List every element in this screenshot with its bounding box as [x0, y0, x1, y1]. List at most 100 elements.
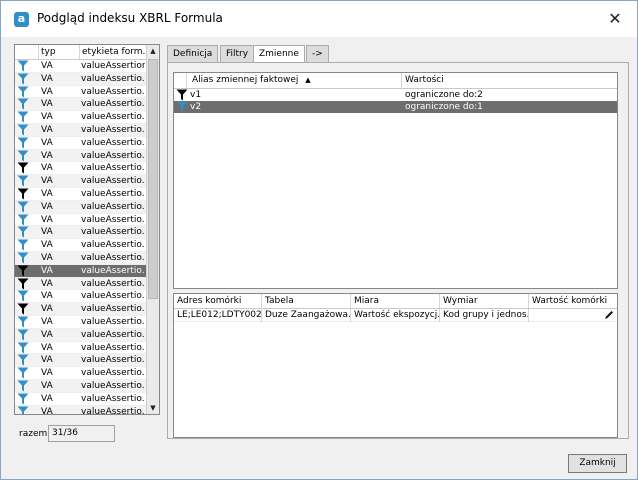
assertion-row[interactable]: VA valueAssertio... — [15, 328, 146, 342]
variable-alias: v1 — [190, 90, 202, 100]
variable-value: ograniczone do:1 — [405, 102, 483, 112]
variable-row[interactable]: v2 ograniczone do:1 — [174, 101, 617, 113]
assertion-row[interactable]: VA valueAssertio... — [15, 316, 146, 329]
variable-row[interactable]: v1 ograniczone do:2 — [174, 89, 617, 101]
assertion-row[interactable]: VA valueAssertion — [15, 60, 146, 73]
assertion-label: valueAssertio... — [81, 227, 145, 238]
filter-blue-icon — [17, 214, 35, 226]
assertion-row[interactable]: VA valueAssertio... — [15, 226, 146, 240]
tab-panel-variables: Alias zmiennej faktowej ▲ Wartości v1 ogr… — [167, 62, 629, 439]
filter-blue-icon — [17, 406, 35, 414]
assertion-row[interactable]: VA valueAssertio... — [15, 251, 146, 265]
assertion-row[interactable]: VA valueAssertio... — [15, 137, 146, 150]
column-header-label[interactable]: etykieta form... — [80, 45, 146, 59]
assertion-type: VA — [41, 227, 53, 238]
column-header-alias[interactable]: Alias zmiennej faktowej ▲ — [187, 73, 402, 88]
column-header-values[interactable]: Wartości — [402, 73, 617, 88]
details-column-header[interactable]: Adres komórki — [174, 294, 262, 308]
assertion-row[interactable]: VA valueAssertio... — [15, 277, 146, 291]
filter-blue-icon — [17, 175, 35, 187]
edit-pencil-icon[interactable] — [604, 310, 614, 320]
column-header-icon[interactable] — [15, 45, 39, 59]
assertion-type: VA — [41, 240, 53, 251]
assertion-row[interactable]: VA valueAssertio... — [15, 162, 146, 176]
details-column-header[interactable]: Wymiar — [440, 294, 529, 308]
column-header-icon[interactable] — [174, 73, 187, 88]
assertion-type: VA — [41, 176, 53, 187]
tab-3[interactable]: -> — [306, 45, 329, 62]
filter-blue-icon — [17, 342, 35, 354]
scroll-down-icon[interactable]: ▼ — [147, 402, 159, 414]
assertion-type: VA — [41, 355, 53, 366]
assertion-label: valueAssertio... — [81, 342, 145, 353]
filter-blue-icon — [17, 290, 35, 302]
assertion-row[interactable]: VA valueAssertio... — [15, 188, 146, 201]
assertion-label: valueAssertio... — [81, 329, 145, 340]
assertion-row[interactable]: VA valueAssertio... — [15, 149, 146, 163]
assertion-row[interactable]: VA valueAssertio... — [15, 175, 146, 188]
assertion-label: valueAssertio... — [81, 137, 145, 148]
assertion-row[interactable]: VA valueAssertio... — [15, 303, 146, 316]
total-label: razem — [19, 429, 48, 439]
details-column-header[interactable]: Wartość komórki — [529, 294, 617, 308]
filter-black-icon — [17, 303, 35, 315]
cell-details-header: Adres komórki Tabela Miara Wymiar Wartość ko… — [174, 294, 617, 309]
assertion-row[interactable]: VA valueAssertio... — [15, 342, 146, 355]
assertion-row[interactable]: VA valueAssertio... — [15, 264, 146, 278]
panel-splitter[interactable] — [162, 44, 165, 439]
assertion-label: valueAssertio... — [81, 316, 145, 327]
variables-table[interactable]: Alias zmiennej faktowej ▲ Wartości v1 ogr… — [173, 72, 618, 289]
column-header-type[interactable]: typ — [39, 45, 80, 59]
assertion-type: VA — [41, 163, 53, 174]
assertion-type: VA — [41, 86, 53, 97]
filter-blue-icon — [17, 111, 35, 123]
filter-black-icon — [17, 188, 35, 200]
assertion-row[interactable]: VA valueAssertio... — [15, 354, 146, 368]
tab-1[interactable]: Filtry — [220, 45, 255, 62]
assertion-type: VA — [41, 278, 53, 289]
assertion-row[interactable]: VA valueAssertio... — [15, 214, 146, 227]
filter-blue-icon — [17, 393, 35, 405]
tab-0[interactable]: Definicja — [167, 45, 219, 62]
scroll-up-icon[interactable]: ▲ — [147, 45, 159, 57]
assertion-type: VA — [41, 368, 53, 379]
tab-2[interactable]: Zmienne — [253, 45, 305, 63]
assertion-row[interactable]: VA valueAssertio... — [15, 72, 146, 86]
assertion-label: valueAssertio... — [81, 278, 145, 289]
assertion-type: VA — [41, 73, 53, 84]
cell-details-table[interactable]: Adres komórki Tabela Miara Wymiar Wartość ko… — [173, 293, 618, 438]
details-column-header[interactable]: Tabela — [262, 294, 351, 308]
filter-black-icon — [17, 162, 35, 174]
assertion-row[interactable]: VA valueAssertio... — [15, 200, 146, 214]
details-cell: Kod grupy i jednos... — [440, 309, 529, 322]
assertion-type: VA — [41, 265, 53, 276]
details-cell: Wartość ekspozycj... — [351, 309, 440, 322]
assertion-row[interactable]: VA valueAssertio... — [15, 111, 146, 124]
assertion-row[interactable]: VA valueAssertio... — [15, 379, 146, 393]
assertion-type: VA — [41, 342, 53, 353]
assertion-row[interactable]: VA valueAssertio... — [15, 393, 146, 406]
window-title: Podgląd indeksu XBRL Formula — [37, 11, 223, 25]
filter-blue-icon — [17, 124, 35, 136]
close-window-button[interactable]: ✕ — [603, 7, 627, 31]
assertion-row[interactable]: VA valueAssertio... — [15, 123, 146, 137]
filter-blue-icon — [17, 316, 35, 328]
filter-blue-icon — [17, 150, 35, 162]
assertion-row[interactable]: VA valueAssertio... — [15, 86, 146, 99]
assertion-row[interactable]: VA valueAssertio... — [15, 98, 146, 112]
assertion-label: valueAssertio... — [81, 393, 145, 404]
assertion-row[interactable]: VA valueAssertio... — [15, 367, 146, 380]
details-row[interactable]: LE;LE012;LDTY002:...Duze Zaangażowa...Wa… — [174, 309, 617, 322]
filter-black-icon — [176, 89, 188, 101]
assertion-row[interactable]: VA valueAssertio... — [15, 290, 146, 304]
assertion-list[interactable]: typ etykieta form... VA valueAssertion VA v… — [14, 44, 160, 415]
assertion-row[interactable]: VA valueAssertio... — [15, 239, 146, 252]
assertion-type: VA — [41, 150, 53, 161]
assertion-list-header: typ etykieta form... — [15, 45, 146, 60]
scrollbar-thumb[interactable] — [148, 59, 158, 299]
assertion-row[interactable]: VA valueAssertio... — [15, 405, 146, 414]
assertion-type: VA — [41, 304, 53, 315]
details-column-header[interactable]: Miara — [351, 294, 440, 308]
assertion-list-scrollbar[interactable]: ▲ ▼ — [146, 45, 159, 414]
close-button[interactable]: Zamknij — [568, 454, 627, 473]
